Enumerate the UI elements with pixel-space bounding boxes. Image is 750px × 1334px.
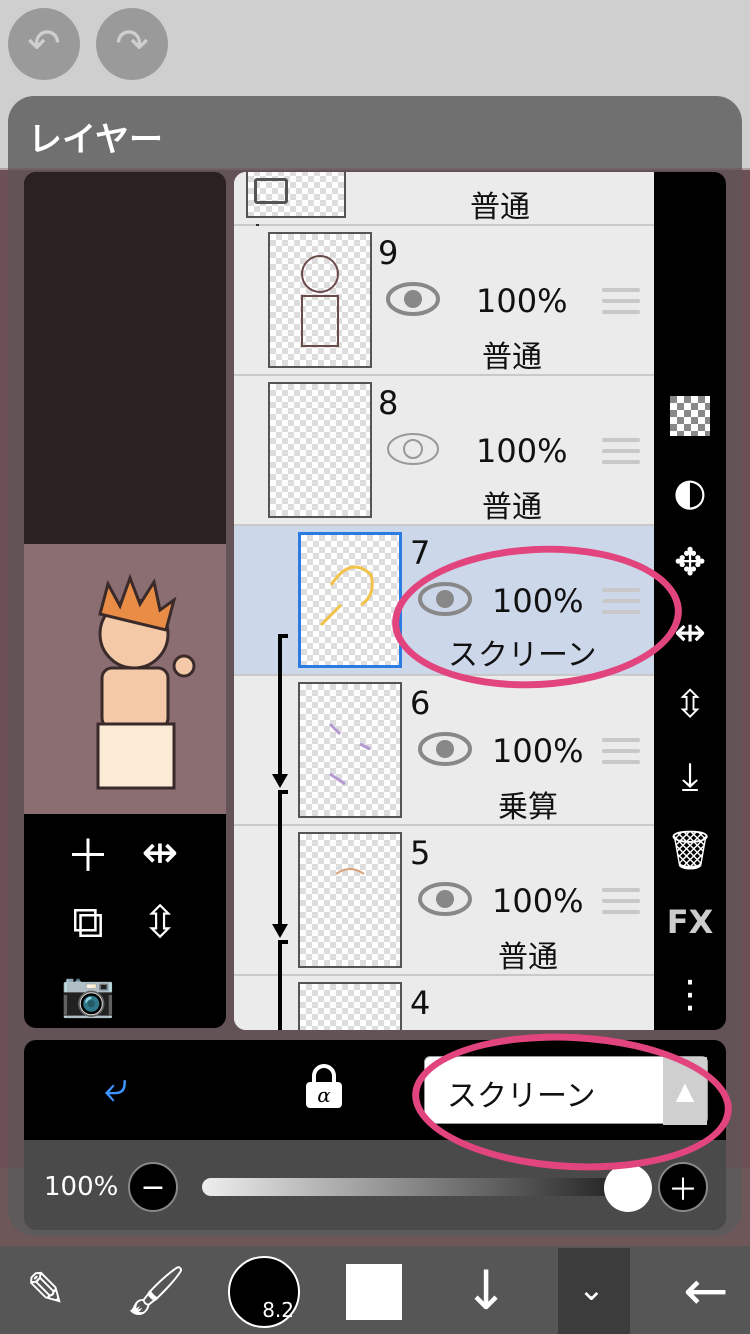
brush-size-button[interactable]: 8.2 <box>228 1256 300 1328</box>
opacity-slider[interactable] <box>202 1178 622 1196</box>
layer-number: 7 <box>410 534 431 572</box>
layer-blend-mode: 普通 <box>482 340 542 375</box>
back-button[interactable]: ← <box>674 1246 738 1334</box>
redo-icon: ↷ <box>115 21 149 67</box>
plus-icon: ＋ <box>668 1173 698 1208</box>
layer-opacity: 100% <box>476 282 568 320</box>
layer-opacity: 100% <box>492 732 584 770</box>
drag-handle-icon[interactable] <box>602 888 640 914</box>
clipping-button[interactable]: ⤶ <box>104 1062 148 1112</box>
drag-handle-icon[interactable] <box>602 738 640 764</box>
more-vertical-icon: ⋮ <box>671 972 709 1016</box>
layer-blend-mode: 乗算 <box>498 790 558 825</box>
alpha-lock-button[interactable]: α <box>304 1064 344 1110</box>
layer-blend-mode: 普通 <box>470 190 530 225</box>
delete-layer-button[interactable]: 🗑 <box>664 824 716 876</box>
tool-switch-button[interactable]: ✎ <box>14 1246 78 1334</box>
camera-button[interactable]: 📷 <box>58 964 118 1024</box>
opacity-slider-thumb[interactable] <box>604 1164 652 1212</box>
panel-title: レイヤー <box>28 120 163 160</box>
layer-down-button[interactable]: ↓ <box>454 1246 518 1334</box>
flip-vertical-button[interactable]: ⇳ <box>130 892 190 952</box>
brush-size-value: 8.2 <box>262 1298 294 1322</box>
double-chevron-down-icon: ⌄ <box>578 1270 605 1308</box>
layer-number: 6 <box>410 684 431 722</box>
layer-number: 9 <box>378 234 399 272</box>
trash-icon: 🗑 <box>665 827 715 872</box>
flip-layer-vertical-button[interactable]: ⇳ <box>664 678 716 730</box>
flip-vertical-icon: ⇳ <box>141 896 179 948</box>
duplicate-icon: ⧉ <box>72 896 104 948</box>
arrow-left-icon: ← <box>683 1258 729 1322</box>
undo-icon: ↶ <box>27 21 61 67</box>
layer-blend-mode: 普通 <box>498 940 558 975</box>
flip-vertical-icon: ⇳ <box>674 682 706 726</box>
more-button[interactable]: ⋮ <box>664 968 716 1020</box>
pen-eraser-swap-icon: ✎ <box>25 1262 67 1318</box>
layer-thumbnail <box>298 532 402 668</box>
drag-handle-icon[interactable] <box>602 288 640 314</box>
opacity-increase-button[interactable]: ＋ <box>658 1162 708 1212</box>
arrow-down-icon: ↓ <box>463 1258 509 1322</box>
transparency-button[interactable] <box>664 390 716 442</box>
layer-opacity: 100% <box>476 432 568 470</box>
layer-opacity: 100% <box>492 882 584 920</box>
opacity-decrease-button[interactable]: − <box>128 1162 178 1212</box>
color-swatch[interactable] <box>346 1264 402 1320</box>
artwork-thumbnail <box>24 544 226 814</box>
undo-button[interactable]: ↶ <box>8 8 80 80</box>
fx-button[interactable]: FX <box>664 896 716 948</box>
folder-icon <box>254 178 288 204</box>
move-button[interactable]: ✥ <box>664 536 716 588</box>
layer-thumbnail <box>268 232 372 368</box>
clipping-arrow-icon: ⤶ <box>104 1062 128 1111</box>
layer-number: 5 <box>410 834 431 872</box>
layer-thumbnail <box>298 832 402 968</box>
drag-handle-icon[interactable] <box>602 438 640 464</box>
minus-icon: − <box>140 1169 166 1205</box>
checker-icon <box>670 396 710 436</box>
alpha-lock-icon: α <box>306 1064 342 1108</box>
invert-button[interactable]: ◐ <box>664 466 716 518</box>
layer-thumbnail <box>298 982 402 1030</box>
layer-row[interactable]: 8 100% 普通 <box>234 376 654 526</box>
layer-number: 4 <box>410 984 431 1022</box>
layer-thumbnail <box>268 382 372 518</box>
layer-number: 8 <box>378 384 399 422</box>
layer-row[interactable]: 9 100% 普通 <box>234 226 654 376</box>
merge-down-icon: ⤓ <box>681 753 699 798</box>
eye-icon[interactable] <box>386 282 440 316</box>
eye-icon[interactable] <box>418 882 472 916</box>
character-sketch <box>96 573 196 790</box>
merge-down-button[interactable]: ⤓ <box>664 750 716 802</box>
expand-menu-button[interactable]: ⌄ <box>558 1248 630 1334</box>
layer-thumbnail <box>298 682 402 818</box>
contrast-icon: ◐ <box>673 470 707 514</box>
flip-horizontal-icon: ⇹ <box>141 826 179 878</box>
add-layer-button[interactable]: ＋ <box>58 822 118 882</box>
opacity-label: 100% <box>44 1172 119 1202</box>
canvas-preview: ＋ ⇹ ⧉ ⇳ 📷 <box>24 172 226 1028</box>
layer-row-folder[interactable]: 普通 <box>234 172 654 226</box>
plus-icon: ＋ <box>66 831 110 882</box>
move-icon: ✥ <box>674 540 706 584</box>
clipping-indicators <box>272 634 288 1030</box>
redo-button[interactable]: ↷ <box>96 8 168 80</box>
camera-icon: 📷 <box>60 969 116 1020</box>
brush-icon: 🖌 <box>125 1262 187 1319</box>
brush-button[interactable]: 🖌 <box>124 1246 188 1334</box>
svg-text:α: α <box>317 1083 331 1107</box>
layer-blend-mode: 普通 <box>482 490 542 525</box>
flip-horizontal-button[interactable]: ⇹ <box>130 822 190 882</box>
eye-icon[interactable] <box>418 732 472 766</box>
eye-off-icon[interactable] <box>386 432 440 466</box>
duplicate-layer-button[interactable]: ⧉ <box>58 892 118 952</box>
